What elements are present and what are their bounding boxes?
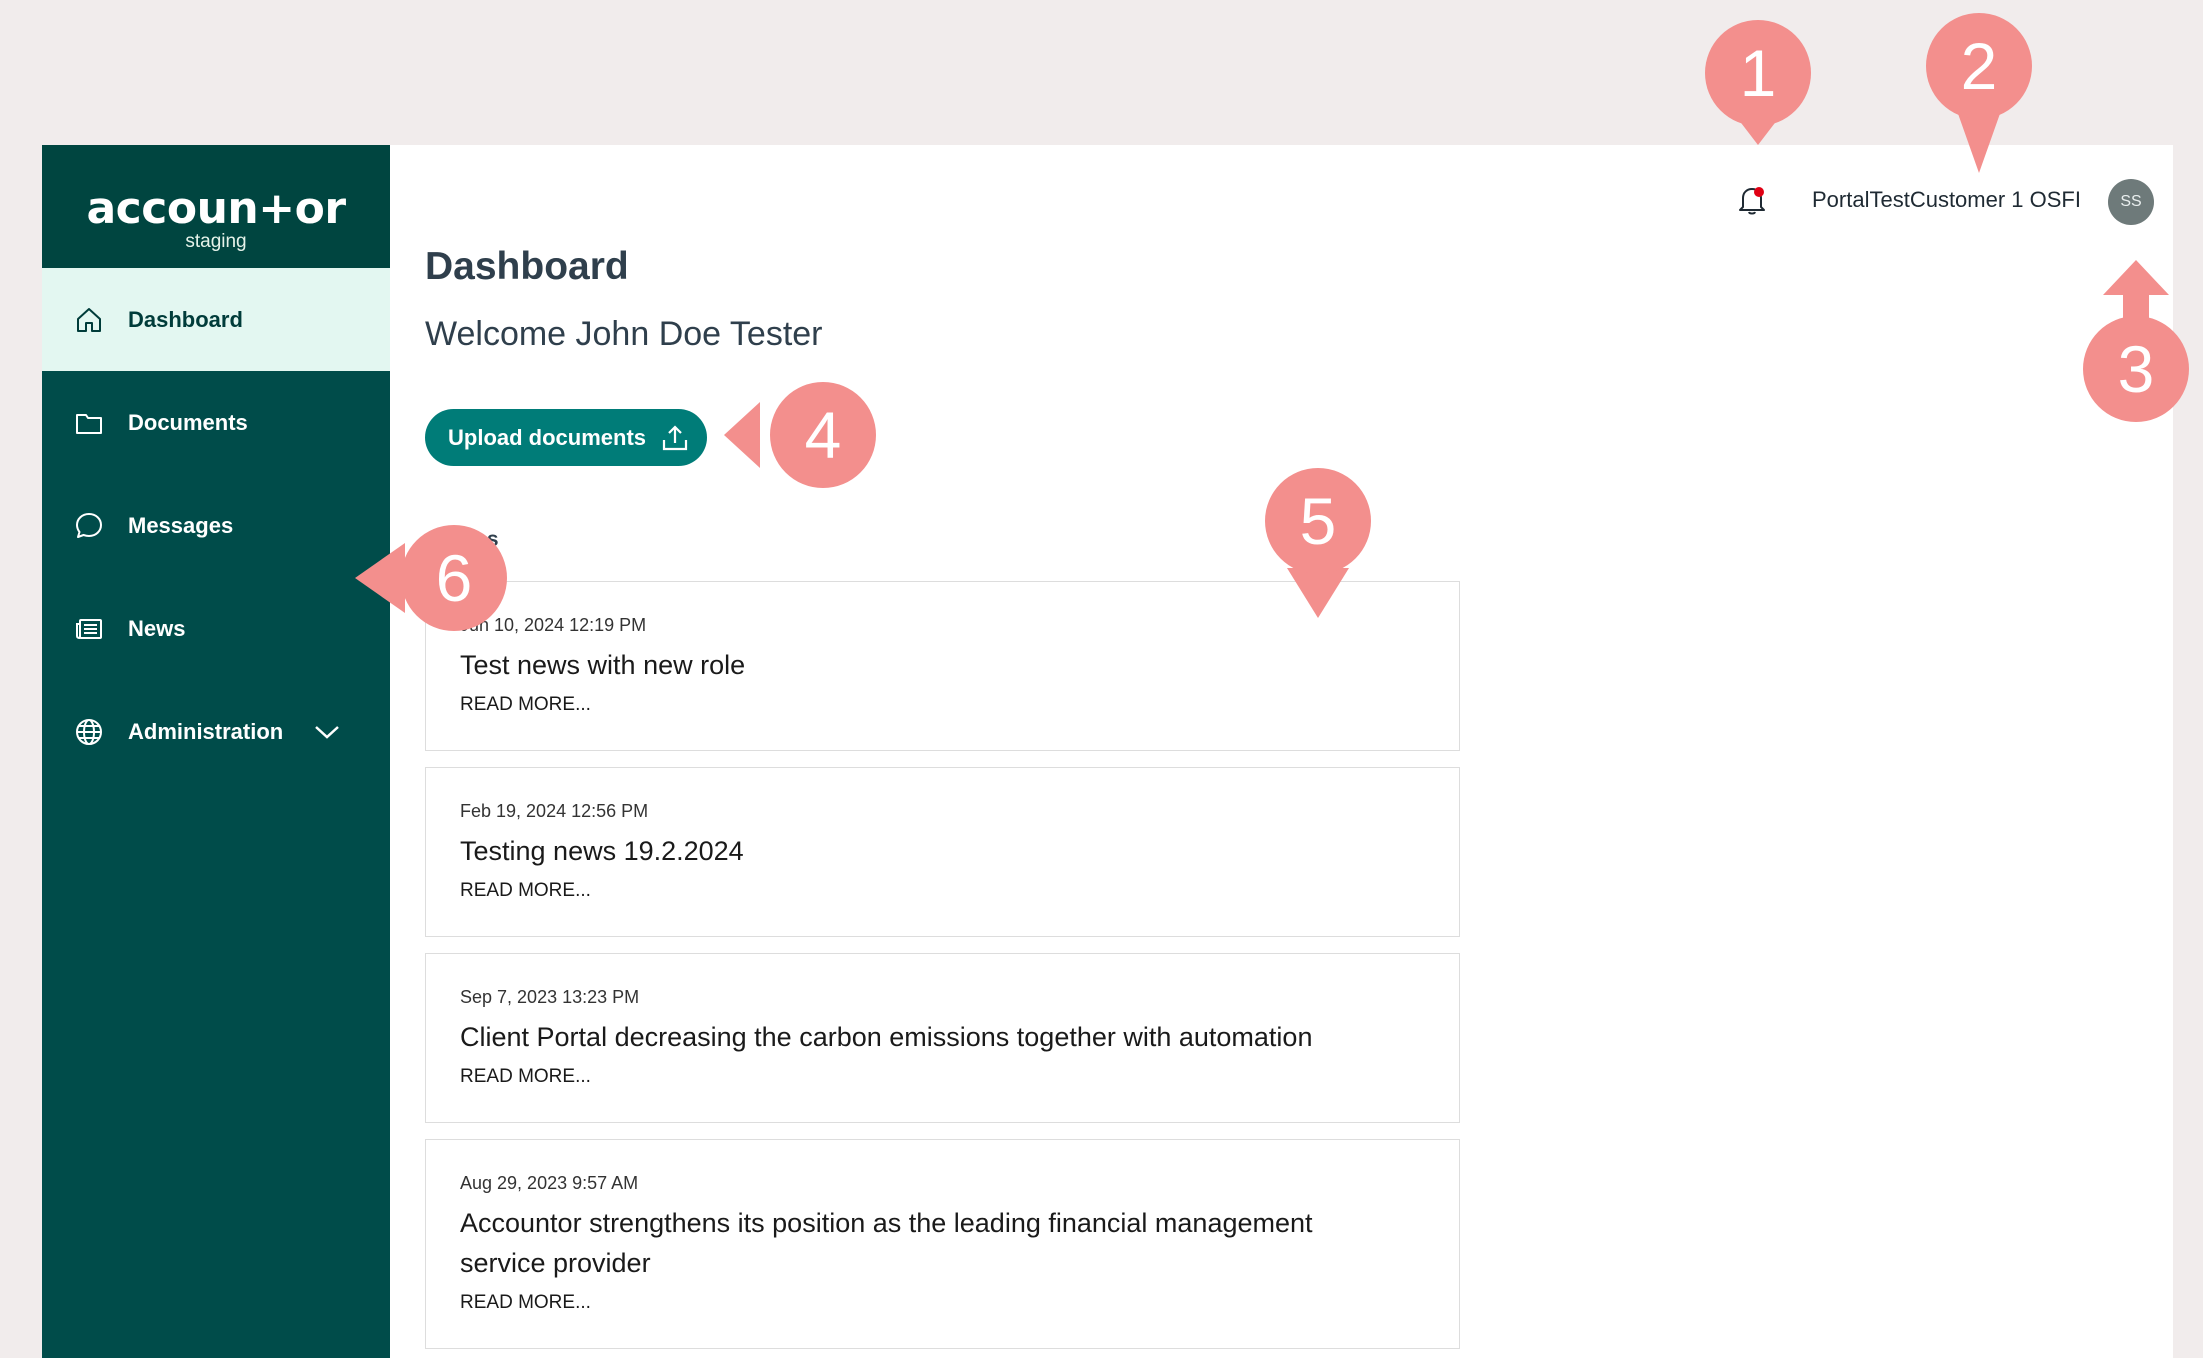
annotation-callout: 1 [1705, 20, 1811, 176]
news-date: Sep 7, 2023 13:23 PM [460, 987, 640, 1007]
read-more-link[interactable]: READ MORE... [460, 694, 591, 716]
annotation-callout: 3 [2083, 260, 2189, 422]
read-more-link[interactable]: READ MORE... [460, 880, 591, 902]
chevron-down-icon[interactable] [313, 718, 341, 746]
globe-icon [74, 717, 104, 747]
upload-documents-button[interactable]: Upload documents [425, 409, 707, 466]
app-window: accoun+or staging Dashboard Documents Me… [42, 145, 2173, 1358]
environment-label: staging [185, 231, 247, 252]
logo[interactable]: accoun+or staging [42, 145, 390, 268]
annotation-number: 1 [1705, 20, 1811, 126]
news-title[interactable]: Test news with new role [460, 645, 1425, 685]
folder-icon [74, 408, 104, 438]
news-date: Feb 19, 2024 12:56 PM [460, 801, 649, 821]
news-date: Aug 29, 2023 9:57 AM [460, 1173, 639, 1193]
sidebar-item-label: Documents [128, 409, 248, 435]
news-title[interactable]: Client Portal decreasing the carbon emis… [460, 1017, 1425, 1057]
sidebar-item-messages[interactable]: Messages [42, 474, 390, 577]
avatar[interactable]: SS [2108, 179, 2154, 225]
upload-icon [660, 423, 690, 453]
news-date: Jun 10, 2024 12:19 PM [460, 615, 647, 635]
welcome-message: Welcome John Doe Tester [425, 315, 823, 353]
unread-indicator [1754, 187, 1764, 197]
annotation-callout: 4 [724, 382, 876, 488]
annotation-number: 4 [770, 382, 876, 488]
home-icon [74, 305, 104, 335]
news-title[interactable]: Accountor strengthens its position as th… [460, 1203, 1400, 1283]
annotation-number: 3 [2083, 316, 2189, 422]
read-more-link[interactable]: READ MORE... [460, 1066, 591, 1088]
newspaper-icon [74, 614, 104, 644]
sidebar: accoun+or staging Dashboard Documents Me… [42, 145, 390, 1358]
sidebar-item-administration[interactable]: Administration [42, 680, 390, 783]
chat-bubble-icon [74, 511, 104, 541]
annotation-callout: 5 [1265, 468, 1371, 618]
news-title[interactable]: Testing news 19.2.2024 [460, 831, 1425, 871]
annotation-number: 2 [1926, 13, 2032, 119]
annotation-number: 5 [1265, 468, 1371, 574]
sidebar-item-documents[interactable]: Documents [42, 371, 390, 474]
sidebar-item-label: Dashboard [128, 306, 243, 332]
sidebar-item-label: News [128, 615, 186, 641]
upload-button-label: Upload documents [448, 424, 647, 450]
page-title: Dashboard [425, 245, 629, 288]
annotation-callout: 2 [1926, 13, 2032, 173]
news-card[interactable]: Sep 7, 2023 13:23 PM Client Portal decre… [425, 953, 1460, 1123]
news-card[interactable]: Feb 19, 2024 12:56 PM Testing news 19.2.… [425, 767, 1460, 937]
sidebar-item-dashboard[interactable]: Dashboard [42, 268, 390, 371]
annotation-callout: 6 [355, 525, 507, 631]
news-card[interactable]: Aug 29, 2023 9:57 AM Accountor strengthe… [425, 1139, 1460, 1349]
customer-selector[interactable]: PortalTestCustomer 1 OSFI [1812, 187, 2081, 213]
sidebar-item-label: Administration [128, 718, 284, 744]
logo-brand: accoun+or [86, 183, 346, 234]
notifications-button[interactable] [1732, 182, 1772, 222]
annotation-number: 6 [401, 525, 507, 631]
sidebar-item-news[interactable]: News [42, 577, 390, 680]
read-more-link[interactable]: READ MORE... [460, 1292, 591, 1314]
sidebar-item-label: Messages [128, 512, 234, 538]
